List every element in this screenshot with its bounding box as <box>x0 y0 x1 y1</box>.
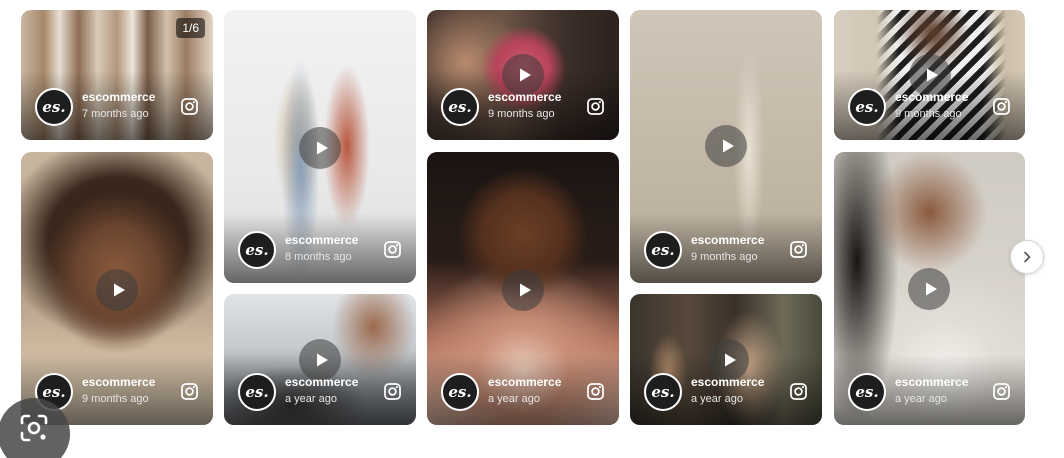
card-timestamp: a year ago <box>691 393 743 405</box>
play-icon <box>519 68 531 82</box>
gallery-card[interactable]: es. escommerce 9 months ago <box>630 10 822 283</box>
gallery-card[interactable]: es. escommerce 9 months ago <box>427 10 619 140</box>
avatar: es. <box>441 373 479 411</box>
card-timestamp: 9 months ago <box>488 108 555 120</box>
play-icon <box>316 353 328 367</box>
instagram-icon[interactable] <box>383 240 402 259</box>
card-meta: es. escommerce 8 months ago <box>238 231 402 269</box>
card-username[interactable]: escommerce <box>691 375 764 389</box>
instagram-icon[interactable] <box>992 382 1011 401</box>
card-meta: es. escommerce a year ago <box>644 373 808 411</box>
instagram-icon[interactable] <box>586 97 605 116</box>
chevron-right-icon <box>1024 251 1031 263</box>
instagram-icon[interactable] <box>180 97 199 116</box>
play-icon <box>519 283 531 297</box>
card-meta: es. escommerce 9 months ago <box>848 88 1011 126</box>
gallery-card[interactable]: es. escommerce a year ago <box>224 294 416 425</box>
gallery-card[interactable]: es. escommerce 8 months ago <box>224 10 416 283</box>
card-timestamp: a year ago <box>488 393 540 405</box>
card-timestamp: 9 months ago <box>691 251 758 263</box>
instagram-icon[interactable] <box>180 382 199 401</box>
play-icon <box>316 141 328 155</box>
gallery-card[interactable]: 1/6 es. escommerce 7 months ago <box>21 10 213 140</box>
card-username[interactable]: escommerce <box>895 90 968 104</box>
play-icon <box>724 353 736 367</box>
next-button[interactable] <box>1010 240 1044 274</box>
card-timestamp: 7 months ago <box>82 108 149 120</box>
card-meta: es. escommerce a year ago <box>848 373 1011 411</box>
instagram-icon[interactable] <box>383 382 402 401</box>
play-button[interactable] <box>96 269 138 311</box>
card-timestamp: 9 months ago <box>82 393 149 405</box>
gallery-card[interactable]: es. escommerce a year ago <box>834 152 1025 425</box>
gallery-card[interactable]: es. escommerce 9 months ago <box>834 10 1025 140</box>
slide-counter: 1/6 <box>176 18 205 38</box>
card-username[interactable]: escommerce <box>895 375 968 389</box>
play-button[interactable] <box>705 125 747 167</box>
play-icon <box>926 68 938 82</box>
card-meta: es. escommerce 9 months ago <box>35 373 199 411</box>
play-button[interactable] <box>299 127 341 169</box>
avatar: es. <box>848 373 886 411</box>
card-username[interactable]: escommerce <box>285 375 358 389</box>
card-username[interactable]: escommerce <box>488 90 561 104</box>
avatar: es. <box>238 373 276 411</box>
card-username[interactable]: escommerce <box>285 233 358 247</box>
card-timestamp: a year ago <box>895 393 947 405</box>
card-timestamp: 8 months ago <box>285 251 352 263</box>
avatar: es. <box>848 88 886 126</box>
card-timestamp: 9 months ago <box>895 108 962 120</box>
instagram-icon[interactable] <box>992 97 1011 116</box>
video-gallery-grid: 1/6 es. escommerce 7 months ago es. esco… <box>0 0 1064 458</box>
card-username[interactable]: escommerce <box>488 375 561 389</box>
play-icon <box>722 139 734 153</box>
card-meta: es. escommerce a year ago <box>441 373 605 411</box>
gallery-card[interactable]: es. escommerce a year ago <box>427 152 619 425</box>
instagram-icon[interactable] <box>789 240 808 259</box>
card-timestamp: a year ago <box>285 393 337 405</box>
play-button[interactable] <box>502 269 544 311</box>
instagram-icon[interactable] <box>789 382 808 401</box>
gallery-card[interactable]: es. escommerce a year ago <box>630 294 822 425</box>
avatar: es. <box>644 231 682 269</box>
play-button[interactable] <box>908 268 950 310</box>
play-icon <box>113 283 125 297</box>
play-icon <box>925 282 937 296</box>
instagram-icon[interactable] <box>586 382 605 401</box>
card-username[interactable]: escommerce <box>691 233 764 247</box>
card-meta: es. escommerce 9 months ago <box>644 231 808 269</box>
card-meta: es. escommerce 9 months ago <box>441 88 605 126</box>
avatar: es. <box>644 373 682 411</box>
card-meta: es. escommerce a year ago <box>238 373 402 411</box>
card-meta: es. escommerce 7 months ago <box>35 88 199 126</box>
avatar: es. <box>441 88 479 126</box>
card-username[interactable]: escommerce <box>82 375 155 389</box>
avatar: es. <box>238 231 276 269</box>
camera-search-icon <box>20 414 48 442</box>
gallery-card[interactable]: es. escommerce 9 months ago <box>21 152 213 425</box>
card-username[interactable]: escommerce <box>82 90 155 104</box>
avatar: es. <box>35 88 73 126</box>
